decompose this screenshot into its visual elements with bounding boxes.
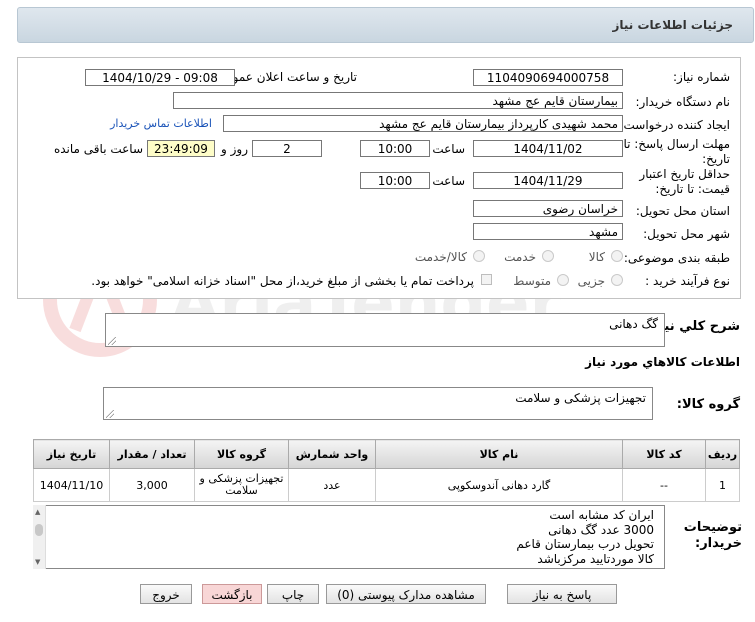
treasury-checkbox[interactable] xyxy=(481,274,492,285)
col-code-header: کد کالا xyxy=(622,439,706,469)
radio-service[interactable] xyxy=(542,250,554,262)
view-documents-button[interactable]: مشاهده مدارک پیوستی (0) xyxy=(326,584,486,604)
buyer-notes-label: توضیحات xyxy=(683,520,742,535)
col-group-header: گروه کالا xyxy=(194,439,289,469)
table-row[interactable]: 1 -- گارد دهانی آندوسکوپی عدد تجهیزات پز… xyxy=(33,468,740,502)
goods-group-value: تجهیزات پزشکی و سلامت xyxy=(515,391,646,405)
days-label: روز و xyxy=(221,142,248,156)
radio-medium[interactable] xyxy=(557,274,569,286)
process-label: نوع فرآیند خرید : xyxy=(645,274,730,288)
radio-goods-service[interactable] xyxy=(473,250,485,262)
buyer-note-line: کالا موردتایید مرکزباشد xyxy=(537,551,654,566)
back-button[interactable]: بازگشت xyxy=(202,584,262,604)
creator-field: محمد شهیدی کارپرداز بیمارستان قایم عج مش… xyxy=(223,115,623,132)
col-qty-header: تعداد / مقدار xyxy=(109,439,195,469)
buyer-note-line: 3000 عدد گگ دهانی xyxy=(548,522,654,537)
validity-time-field: 10:00 xyxy=(360,172,430,189)
buyer-label: نام دستگاه خریدار: xyxy=(635,95,731,109)
reply-button[interactable]: پاسخ به نیاز xyxy=(507,584,617,604)
remaining-label: ساعت باقی مانده xyxy=(53,142,143,156)
print-button[interactable]: چاپ xyxy=(267,584,319,604)
province-field: خراسان رضوی xyxy=(473,200,623,217)
buyer-notes-field[interactable]: ایران کد مشابه است 3000 عدد گگ دهانی تحو… xyxy=(33,505,665,569)
city-field: مشهد xyxy=(473,223,623,240)
radio-goods-label: کالا xyxy=(588,250,605,264)
validity-label-2: قیمت: تا تاریخ: xyxy=(655,182,730,196)
cell-group: تجهیزات پزشکی و سلامت xyxy=(194,468,289,502)
validity-time-label: ساعت xyxy=(432,174,465,188)
resize-grip-icon[interactable] xyxy=(106,410,114,418)
deadline-label: مهلت ارسال پاسخ: تا xyxy=(623,137,730,151)
goods-info-title: اطلاعات کالاهاي مورد نياز xyxy=(585,355,740,369)
scroll-up-icon[interactable]: ▲ xyxy=(35,508,40,516)
buyer-note-line: ایران کد مشابه است xyxy=(549,508,654,522)
cell-code: -- xyxy=(622,468,706,502)
radio-goods-service-label: کالا/خدمت xyxy=(414,250,467,264)
goods-group-label: گروه کالا: xyxy=(676,397,740,412)
need-number-field: 1104090694000758 xyxy=(473,69,623,86)
items-table: ردیف کد کالا نام کالا واحد شمارش گروه کا… xyxy=(33,439,740,502)
info-panel: شماره نیاز: 1104090694000758 تاریخ و ساع… xyxy=(17,57,741,299)
radio-service-label: خدمت xyxy=(504,250,536,264)
scroll-down-icon[interactable]: ▼ xyxy=(35,558,40,566)
notes-scrollbar[interactable]: ▲ ▼ xyxy=(33,505,46,569)
col-unit-header: واحد شمارش xyxy=(288,439,376,469)
cell-date: 1404/11/10 xyxy=(33,468,110,502)
deadline-time-label: ساعت xyxy=(432,142,465,156)
validity-date-field: 1404/11/29 xyxy=(473,172,623,189)
contact-info-link[interactable]: اطلاعات تماس خریدار xyxy=(110,117,212,130)
summary-value: گگ دهانی xyxy=(609,317,658,331)
col-row-header: ردیف xyxy=(705,439,740,469)
province-label: استان محل تحویل: xyxy=(635,204,730,218)
buyer-field: بیمارستان قایم عج مشهد xyxy=(173,92,623,109)
table-header-row: ردیف کد کالا نام کالا واحد شمارش گروه کا… xyxy=(33,439,740,469)
col-name-header: نام کالا xyxy=(375,439,623,469)
page-header: جزئیات اطلاعات نیاز xyxy=(17,7,754,43)
creator-label: ایجاد کننده درخواست: xyxy=(619,118,730,132)
validity-label: حداقل تاریخ اعتبار xyxy=(639,167,730,181)
cell-qty: 3,000 xyxy=(109,468,195,502)
cell-row: 1 xyxy=(705,468,740,502)
col-date-header: تاریخ نیاز xyxy=(33,439,110,469)
announce-field: 1404/10/29 - 09:08 xyxy=(85,69,235,86)
category-label: طبقه بندی موضوعی: xyxy=(623,251,730,265)
deadline-time-field: 10:00 xyxy=(360,140,430,157)
cell-name: گارد دهانی آندوسکوپی xyxy=(375,468,623,502)
buyer-note-line: تحویل درب بیمارستان قاعم xyxy=(516,537,654,551)
radio-medium-label: متوسط xyxy=(513,274,551,288)
page-title: جزئیات اطلاعات نیاز xyxy=(612,18,733,32)
radio-minor[interactable] xyxy=(611,274,623,286)
goods-group-field[interactable]: تجهیزات پزشکی و سلامت xyxy=(103,387,653,420)
treasury-note: پرداخت تمام یا بخشی از مبلغ خرید،از محل … xyxy=(91,274,474,288)
city-label: شهر محل تحویل: xyxy=(643,227,730,241)
need-number-label: شماره نیاز: xyxy=(673,70,730,84)
cell-unit: عدد xyxy=(288,468,376,502)
resize-grip-icon[interactable] xyxy=(108,337,116,345)
days-field: 2 xyxy=(252,140,322,157)
buyer-notes-label-2: خریدار: xyxy=(695,536,742,551)
radio-goods[interactable] xyxy=(611,250,623,262)
deadline-label-2: تاریخ: xyxy=(702,152,730,166)
radio-minor-label: جزیی xyxy=(577,274,605,288)
deadline-date-field: 1404/11/02 xyxy=(473,140,623,157)
summary-field[interactable]: گگ دهانی xyxy=(105,313,665,347)
exit-button[interactable]: خروج xyxy=(140,584,192,604)
remaining-time-field: 23:49:09 xyxy=(147,140,215,157)
scroll-thumb[interactable] xyxy=(35,524,43,536)
